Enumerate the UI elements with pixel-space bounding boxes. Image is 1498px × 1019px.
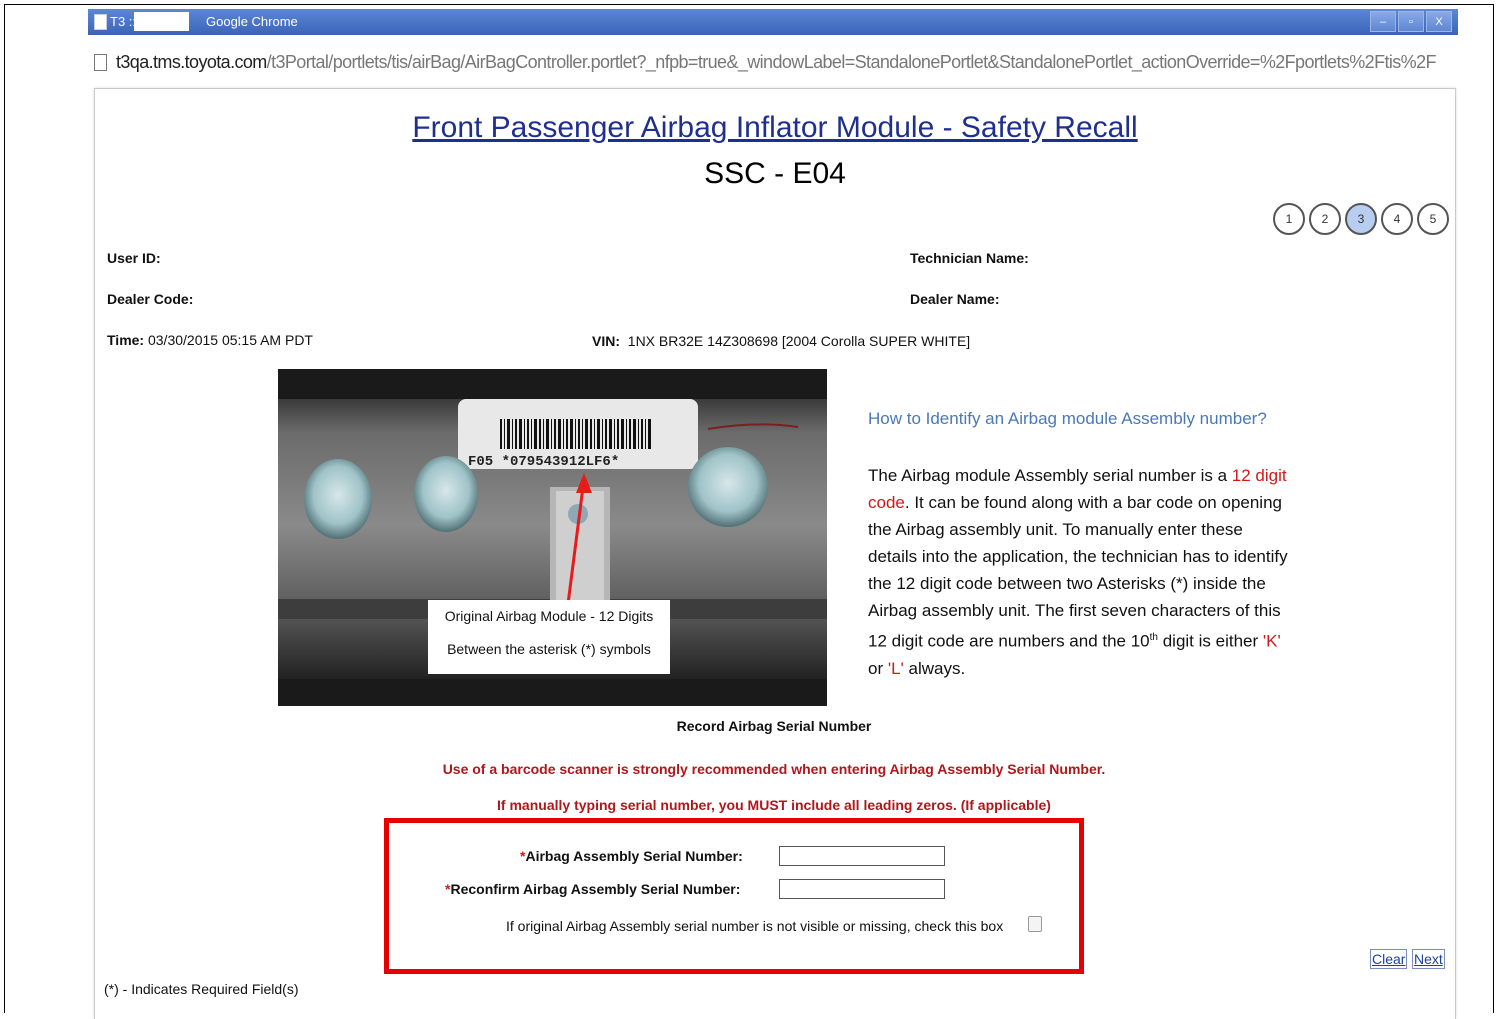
airbag-module-photo: F05 *079543912LF6* Original Airbag Modul…	[278, 369, 827, 706]
callout-line-1: Original Airbag Module - 12 Digits	[444, 608, 654, 624]
time-value: 03/30/2015 05:15 AM PDT	[147, 332, 313, 348]
redacted-box	[134, 12, 189, 31]
missing-serial-label: If original Airbag Assembly serial numbe…	[506, 918, 1004, 934]
reconfirm-serial-input[interactable]	[779, 879, 945, 899]
vin-label: VIN:	[592, 333, 620, 349]
browser-title-bar: T3 :: Google Chrome – ▫ X	[88, 9, 1458, 35]
step-indicator: 1 2 3 4 5	[1273, 203, 1449, 235]
required-fields-note: (*) - Indicates Required Field(s)	[104, 981, 299, 997]
photo-label-code: F05 *079543912LF6*	[468, 454, 619, 470]
vin-value: 1NX BR32E 14Z308698 [2004 Corolla SUPER …	[627, 333, 971, 349]
url-path: /t3Portal/portlets/tis/airBag/AirBagCont…	[266, 52, 1437, 72]
document-icon	[94, 54, 107, 71]
help-text-1: The Airbag module Assembly serial number…	[868, 466, 1232, 485]
reconfirm-label-text: Reconfirm Airbag Assembly Serial Number:	[450, 881, 741, 897]
help-text-2: . It can be found along with a bar code …	[868, 493, 1288, 651]
time-label: Time:	[107, 332, 145, 348]
page-icon	[94, 14, 107, 30]
help-text-l: 'L'	[887, 658, 904, 678]
step-4[interactable]: 4	[1381, 203, 1413, 235]
help-title[interactable]: How to Identify an Airbag module Assembl…	[868, 409, 1267, 429]
leading-zeros-warning: If manually typing serial number, you MU…	[497, 797, 1051, 813]
time-row: Time: 03/30/2015 05:15 AM PDT	[107, 332, 313, 348]
serial-label: *Airbag Assembly Serial Number:	[520, 848, 743, 864]
next-button[interactable]: Next	[1412, 949, 1445, 969]
callout-line-2: Between the asterisk (*) symbols	[447, 641, 651, 657]
photo-callout: Original Airbag Module - 12 Digits Betwe…	[428, 600, 670, 674]
barcode-warning: Use of a barcode scanner is strongly rec…	[442, 761, 1106, 777]
maximize-button[interactable]: ▫	[1398, 11, 1424, 32]
technician-name-label: Technician Name:	[910, 250, 1029, 266]
url-host: t3qa.tms.toyota.com	[116, 52, 267, 72]
help-text-or: or	[868, 658, 888, 678]
missing-serial-checkbox[interactable]	[1028, 916, 1042, 932]
dealer-name-label: Dealer Name:	[910, 291, 1000, 307]
url-text[interactable]: t3qa.tms.toyota.com/t3Portal/portlets/ti…	[116, 52, 1437, 73]
address-bar[interactable]: t3qa.tms.toyota.com/t3Portal/portlets/ti…	[88, 41, 1458, 85]
minimize-button[interactable]: –	[1370, 11, 1396, 32]
reconfirm-label: *Reconfirm Airbag Assembly Serial Number…	[445, 881, 740, 897]
vin-row: VIN: 1NX BR32E 14Z308698 [2004 Corolla S…	[592, 333, 970, 349]
step-2[interactable]: 2	[1309, 203, 1341, 235]
help-text-sup: th	[1149, 632, 1158, 643]
close-button[interactable]: X	[1426, 11, 1452, 32]
page-title: Front Passenger Airbag Inflator Module -…	[412, 111, 1138, 144]
app-name: Google Chrome	[206, 14, 298, 29]
tab-title-prefix: T3 ::	[110, 14, 137, 29]
help-text: The Airbag module Assembly serial number…	[868, 462, 1288, 682]
clear-button[interactable]: Clear	[1370, 949, 1408, 969]
step-1[interactable]: 1	[1273, 203, 1305, 235]
record-title: Record Airbag Serial Number	[676, 718, 872, 734]
step-5[interactable]: 5	[1417, 203, 1449, 235]
serial-number-input[interactable]	[779, 846, 945, 866]
dealer-code-label: Dealer Code:	[107, 291, 194, 307]
user-id-label: User ID:	[107, 250, 161, 266]
step-3-current[interactable]: 3	[1345, 203, 1377, 235]
window-controls: – ▫ X	[1370, 11, 1452, 32]
help-text-3: digit is either	[1157, 631, 1263, 651]
page-subtitle: SSC - E04	[704, 157, 846, 190]
serial-label-text: Airbag Assembly Serial Number:	[525, 848, 743, 864]
help-text-end: always.	[903, 658, 966, 678]
help-text-k: 'K'	[1262, 631, 1281, 651]
